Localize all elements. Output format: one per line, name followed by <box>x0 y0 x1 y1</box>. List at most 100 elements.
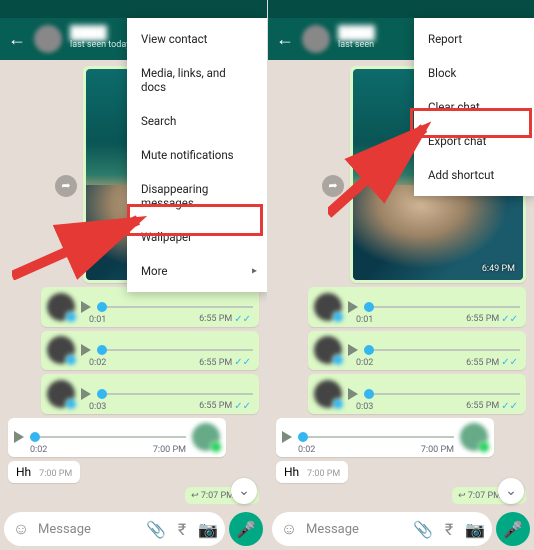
menu-clear-chat[interactable]: Clear chat <box>414 90 534 124</box>
sender-avatar <box>47 293 75 321</box>
scroll-down-button[interactable]: ⌄ <box>498 478 524 504</box>
duration-label: 0:01 <box>89 315 106 325</box>
overflow-menu: View contact Media, links, and docs Sear… <box>127 18 267 292</box>
reply-icon: ↩ <box>191 491 199 501</box>
sender-avatar <box>314 380 342 408</box>
camera-icon[interactable]: 📷 <box>466 520 484 538</box>
mic-icon <box>65 398 77 410</box>
duration-label: 0:02 <box>30 445 47 455</box>
mic-icon <box>65 311 77 323</box>
read-ticks-icon: ✓✓ <box>234 357 251 368</box>
message-time: 7:00 PM <box>39 469 72 479</box>
back-icon[interactable]: ← <box>8 29 26 50</box>
read-ticks-icon: ✓✓ <box>501 401 518 412</box>
voice-message[interactable]: 0:01 6:55 PM✓✓ <box>41 287 259 326</box>
read-ticks-icon: ✓✓ <box>234 401 251 412</box>
screenshot-right: ← ████ last seen ➦ 6:49 PM 0:01 6:55 PM✓… <box>267 0 534 550</box>
attach-icon[interactable]: 📎 <box>147 520 165 538</box>
duration-label: 0:03 <box>89 402 106 412</box>
mic-icon <box>210 441 222 453</box>
mic-button[interactable]: 🎤 <box>229 512 263 546</box>
text-message[interactable]: Hh 7:00 PM <box>8 461 80 483</box>
read-ticks-icon: ✓✓ <box>501 357 518 368</box>
payment-icon[interactable]: ₹ <box>440 520 458 538</box>
voice-message[interactable]: 0:01 6:55 PM✓✓ <box>308 287 526 326</box>
voice-message[interactable]: 0:02 6:55 PM✓✓ <box>308 331 526 370</box>
read-ticks-icon: ✓✓ <box>501 314 518 325</box>
emoji-icon[interactable]: ☺ <box>12 520 30 538</box>
mic-icon <box>332 311 344 323</box>
sender-avatar <box>47 380 75 408</box>
duration-label: 0:02 <box>298 445 315 455</box>
sender-avatar <box>314 293 342 321</box>
message-time: 6:55 PM✓✓ <box>199 357 251 368</box>
camera-icon[interactable]: 📷 <box>199 520 217 538</box>
message-body: Hh <box>16 465 31 479</box>
menu-wallpaper[interactable]: Wallpaper <box>127 220 267 254</box>
message-time: 7:00 PM <box>421 445 454 455</box>
menu-search[interactable]: Search <box>127 104 267 138</box>
mic-icon <box>478 441 490 453</box>
sender-avatar <box>314 336 342 364</box>
duration-label: 0:02 <box>356 358 373 368</box>
back-icon[interactable]: ← <box>276 29 294 50</box>
play-icon[interactable] <box>348 344 358 356</box>
message-time: 6:55 PM✓✓ <box>199 401 251 412</box>
voice-message[interactable]: 0:03 6:55 PM✓✓ <box>41 374 259 413</box>
scroll-down-button[interactable]: ⌄ <box>231 478 257 504</box>
message-input[interactable]: ☺ Message 📎 ₹ 📷 <box>4 512 225 546</box>
mic-icon <box>65 354 77 366</box>
play-icon[interactable] <box>81 388 91 400</box>
emoji-icon[interactable]: ☺ <box>280 520 298 538</box>
menu-block[interactable]: Block <box>414 56 534 90</box>
play-icon[interactable] <box>282 431 292 443</box>
message-time: 6:55 PM✓✓ <box>466 401 518 412</box>
play-icon[interactable] <box>14 431 24 443</box>
screenshot-left: ← ████ last seen today at 5:16 ➦ 6:49 PM… <box>0 0 267 550</box>
text-message[interactable]: Hh 7:00 PM <box>276 461 348 483</box>
contact-avatar[interactable] <box>302 25 330 53</box>
menu-export-chat[interactable]: Export chat <box>414 124 534 158</box>
menu-more[interactable]: More ▸ <box>127 254 267 288</box>
message-time: 6:55 PM✓✓ <box>466 357 518 368</box>
forward-icon[interactable]: ➦ <box>322 175 344 197</box>
play-icon[interactable] <box>348 388 358 400</box>
duration-label: 0:02 <box>89 358 106 368</box>
play-icon[interactable] <box>81 344 91 356</box>
menu-view-contact[interactable]: View contact <box>127 22 267 56</box>
duration-label: 0:01 <box>356 315 373 325</box>
contact-avatar[interactable] <box>34 25 62 53</box>
menu-disappearing-messages[interactable]: Disappearing messages <box>127 172 267 220</box>
status-bar <box>0 0 267 18</box>
mic-button[interactable]: 🎤 <box>496 512 530 546</box>
read-ticks-icon: ✓✓ <box>234 314 251 325</box>
sender-avatar <box>47 336 75 364</box>
payment-icon[interactable]: ₹ <box>173 520 191 538</box>
menu-mute-notifications[interactable]: Mute notifications <box>127 138 267 172</box>
voice-message[interactable]: 0:02 6:55 PM✓✓ <box>41 331 259 370</box>
microphone-icon: 🎤 <box>236 520 256 539</box>
reply-icon: ↩ <box>458 491 466 501</box>
input-placeholder: Message <box>38 522 139 537</box>
play-icon[interactable] <box>81 301 91 313</box>
voice-message-incoming[interactable]: 0:02 7:00 PM <box>276 418 494 457</box>
play-icon[interactable] <box>348 301 358 313</box>
attach-icon[interactable]: 📎 <box>414 520 432 538</box>
message-time: 7:00 PM <box>153 445 186 455</box>
message-time: 7:00 PM <box>307 469 340 479</box>
mic-icon <box>332 354 344 366</box>
message-time: 7:07 PM <box>201 491 234 501</box>
menu-report[interactable]: Report <box>414 22 534 56</box>
sender-avatar <box>460 423 488 451</box>
input-bar: ☺ Message 📎 ₹ 📷 🎤 <box>4 512 263 546</box>
status-bar <box>268 0 534 18</box>
menu-add-shortcut[interactable]: Add shortcut <box>414 158 534 192</box>
forward-icon[interactable]: ➦ <box>55 175 77 197</box>
message-time: 6:49 PM <box>482 264 515 274</box>
voice-message[interactable]: 0:03 6:55 PM✓✓ <box>308 374 526 413</box>
voice-message-incoming[interactable]: 0:02 7:00 PM <box>8 418 226 457</box>
mic-icon <box>332 398 344 410</box>
message-input[interactable]: ☺ Message 📎 ₹ 📷 <box>272 512 492 546</box>
sender-avatar <box>192 423 220 451</box>
menu-media-links-docs[interactable]: Media, links, and docs <box>127 56 267 104</box>
